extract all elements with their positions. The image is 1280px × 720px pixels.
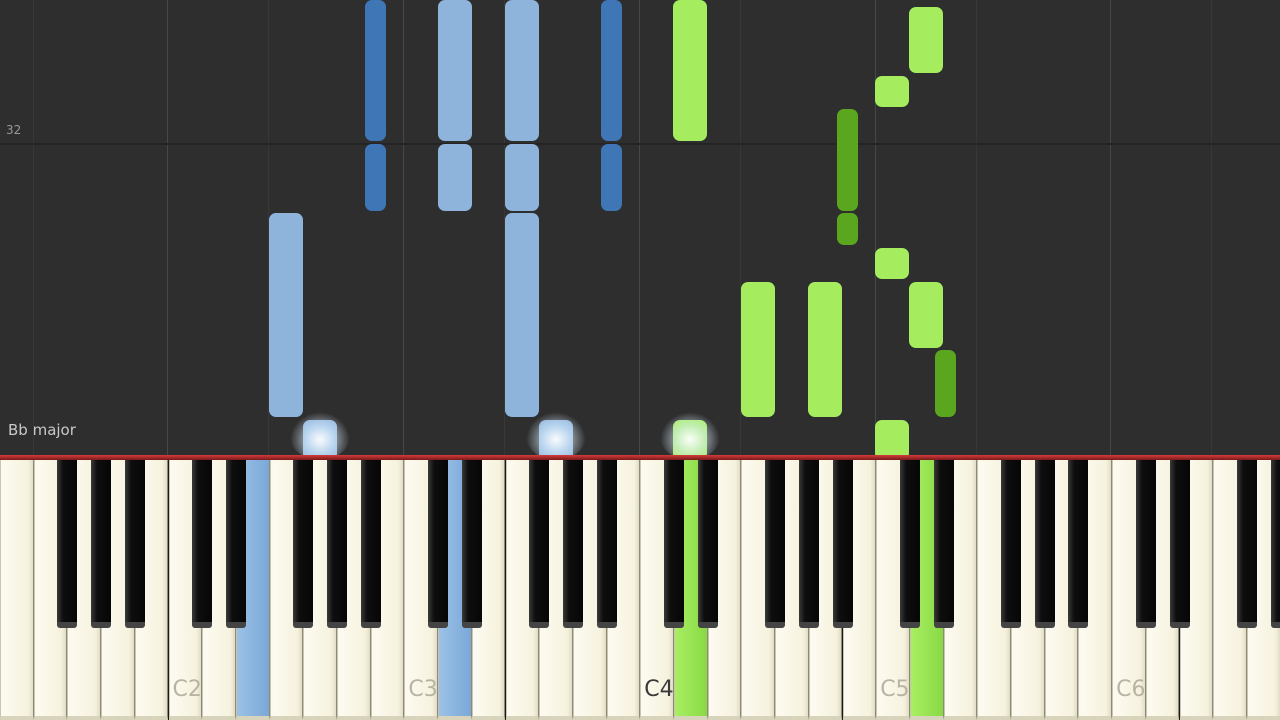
black-key-C#2[interactable] xyxy=(192,460,213,628)
grid-line xyxy=(976,0,977,455)
grid-line xyxy=(1110,0,1111,455)
grid-line xyxy=(1211,0,1212,455)
black-key-C#4[interactable] xyxy=(664,460,684,628)
octave-label: C4 xyxy=(644,677,674,702)
note-bar-left-hand xyxy=(505,213,539,417)
note-bar-right-hand xyxy=(673,0,707,141)
black-key-F#2[interactable] xyxy=(293,460,314,628)
note-bar-right-hand xyxy=(875,76,909,107)
note-bar-right-hand xyxy=(935,350,956,417)
octave-label: C3 xyxy=(408,677,438,702)
note-hit-glow xyxy=(526,412,586,455)
note-bar-left-hand xyxy=(601,144,622,211)
black-key-A#4[interactable] xyxy=(832,460,853,628)
grid-line xyxy=(33,0,34,455)
black-key-C#5[interactable] xyxy=(899,460,920,628)
black-key-F#3[interactable] xyxy=(529,460,550,628)
note-bar-left-hand xyxy=(365,144,386,211)
black-key-F#1[interactable] xyxy=(57,460,78,628)
black-key-D#6[interactable] xyxy=(1169,460,1190,628)
black-key-G#4[interactable] xyxy=(798,460,819,628)
black-key-D#2[interactable] xyxy=(225,460,246,628)
black-key-G#3[interactable] xyxy=(562,460,583,628)
key-signature-label: Bb major xyxy=(8,421,76,439)
white-key-E1[interactable] xyxy=(0,460,34,720)
black-key-G#1[interactable] xyxy=(91,460,112,628)
black-key-C#6[interactable] xyxy=(1135,460,1156,628)
black-key-D#4[interactable] xyxy=(697,460,718,628)
measure-line xyxy=(0,143,1280,145)
note-bar-right-hand xyxy=(909,7,943,73)
octave-label: C2 xyxy=(172,677,202,702)
note-bar-right-hand xyxy=(875,248,909,279)
note-bar-right-hand xyxy=(741,282,775,417)
black-key-C#3[interactable] xyxy=(428,460,449,628)
note-bar-left-hand xyxy=(438,0,472,141)
note-hit-glow xyxy=(290,412,350,455)
note-bar-left-hand xyxy=(505,144,539,211)
grid-line xyxy=(167,0,168,455)
note-bar-right-hand xyxy=(837,109,858,211)
black-key-F#6[interactable] xyxy=(1236,460,1257,628)
note-bar-right-hand xyxy=(875,420,909,455)
black-key-G#6[interactable] xyxy=(1270,460,1280,628)
note-bar-left-hand xyxy=(269,213,303,417)
note-hit-glow xyxy=(660,412,720,455)
note-bar-right-hand xyxy=(808,282,842,417)
grid-line xyxy=(875,0,876,455)
measure-number: 32 xyxy=(6,123,22,137)
black-key-G#2[interactable] xyxy=(327,460,347,628)
octave-label: C6 xyxy=(1116,677,1146,702)
octave-label: C5 xyxy=(880,677,910,702)
black-key-A#3[interactable] xyxy=(596,460,617,628)
black-key-G#5[interactable] xyxy=(1034,460,1055,628)
note-bar-left-hand xyxy=(438,144,472,211)
piano-roll: 32 Bb major xyxy=(0,0,1280,455)
note-bar-left-hand xyxy=(365,0,386,141)
black-key-F#5[interactable] xyxy=(1001,460,1021,628)
note-bar-left-hand xyxy=(505,0,539,141)
black-key-A#5[interactable] xyxy=(1068,460,1089,628)
note-bar-left-hand xyxy=(601,0,622,141)
note-bar-right-hand xyxy=(909,282,943,348)
grid-line xyxy=(639,0,640,455)
black-key-A#1[interactable] xyxy=(124,460,145,628)
note-bar-right-hand xyxy=(837,213,858,245)
black-key-A#2[interactable] xyxy=(360,460,381,628)
piano-keyboard[interactable]: C2 C3 C4 C5 C6 xyxy=(0,455,1280,720)
grid-line xyxy=(403,0,404,455)
black-key-D#3[interactable] xyxy=(461,460,482,628)
black-key-F#4[interactable] xyxy=(765,460,786,628)
black-key-D#5[interactable] xyxy=(933,460,954,628)
